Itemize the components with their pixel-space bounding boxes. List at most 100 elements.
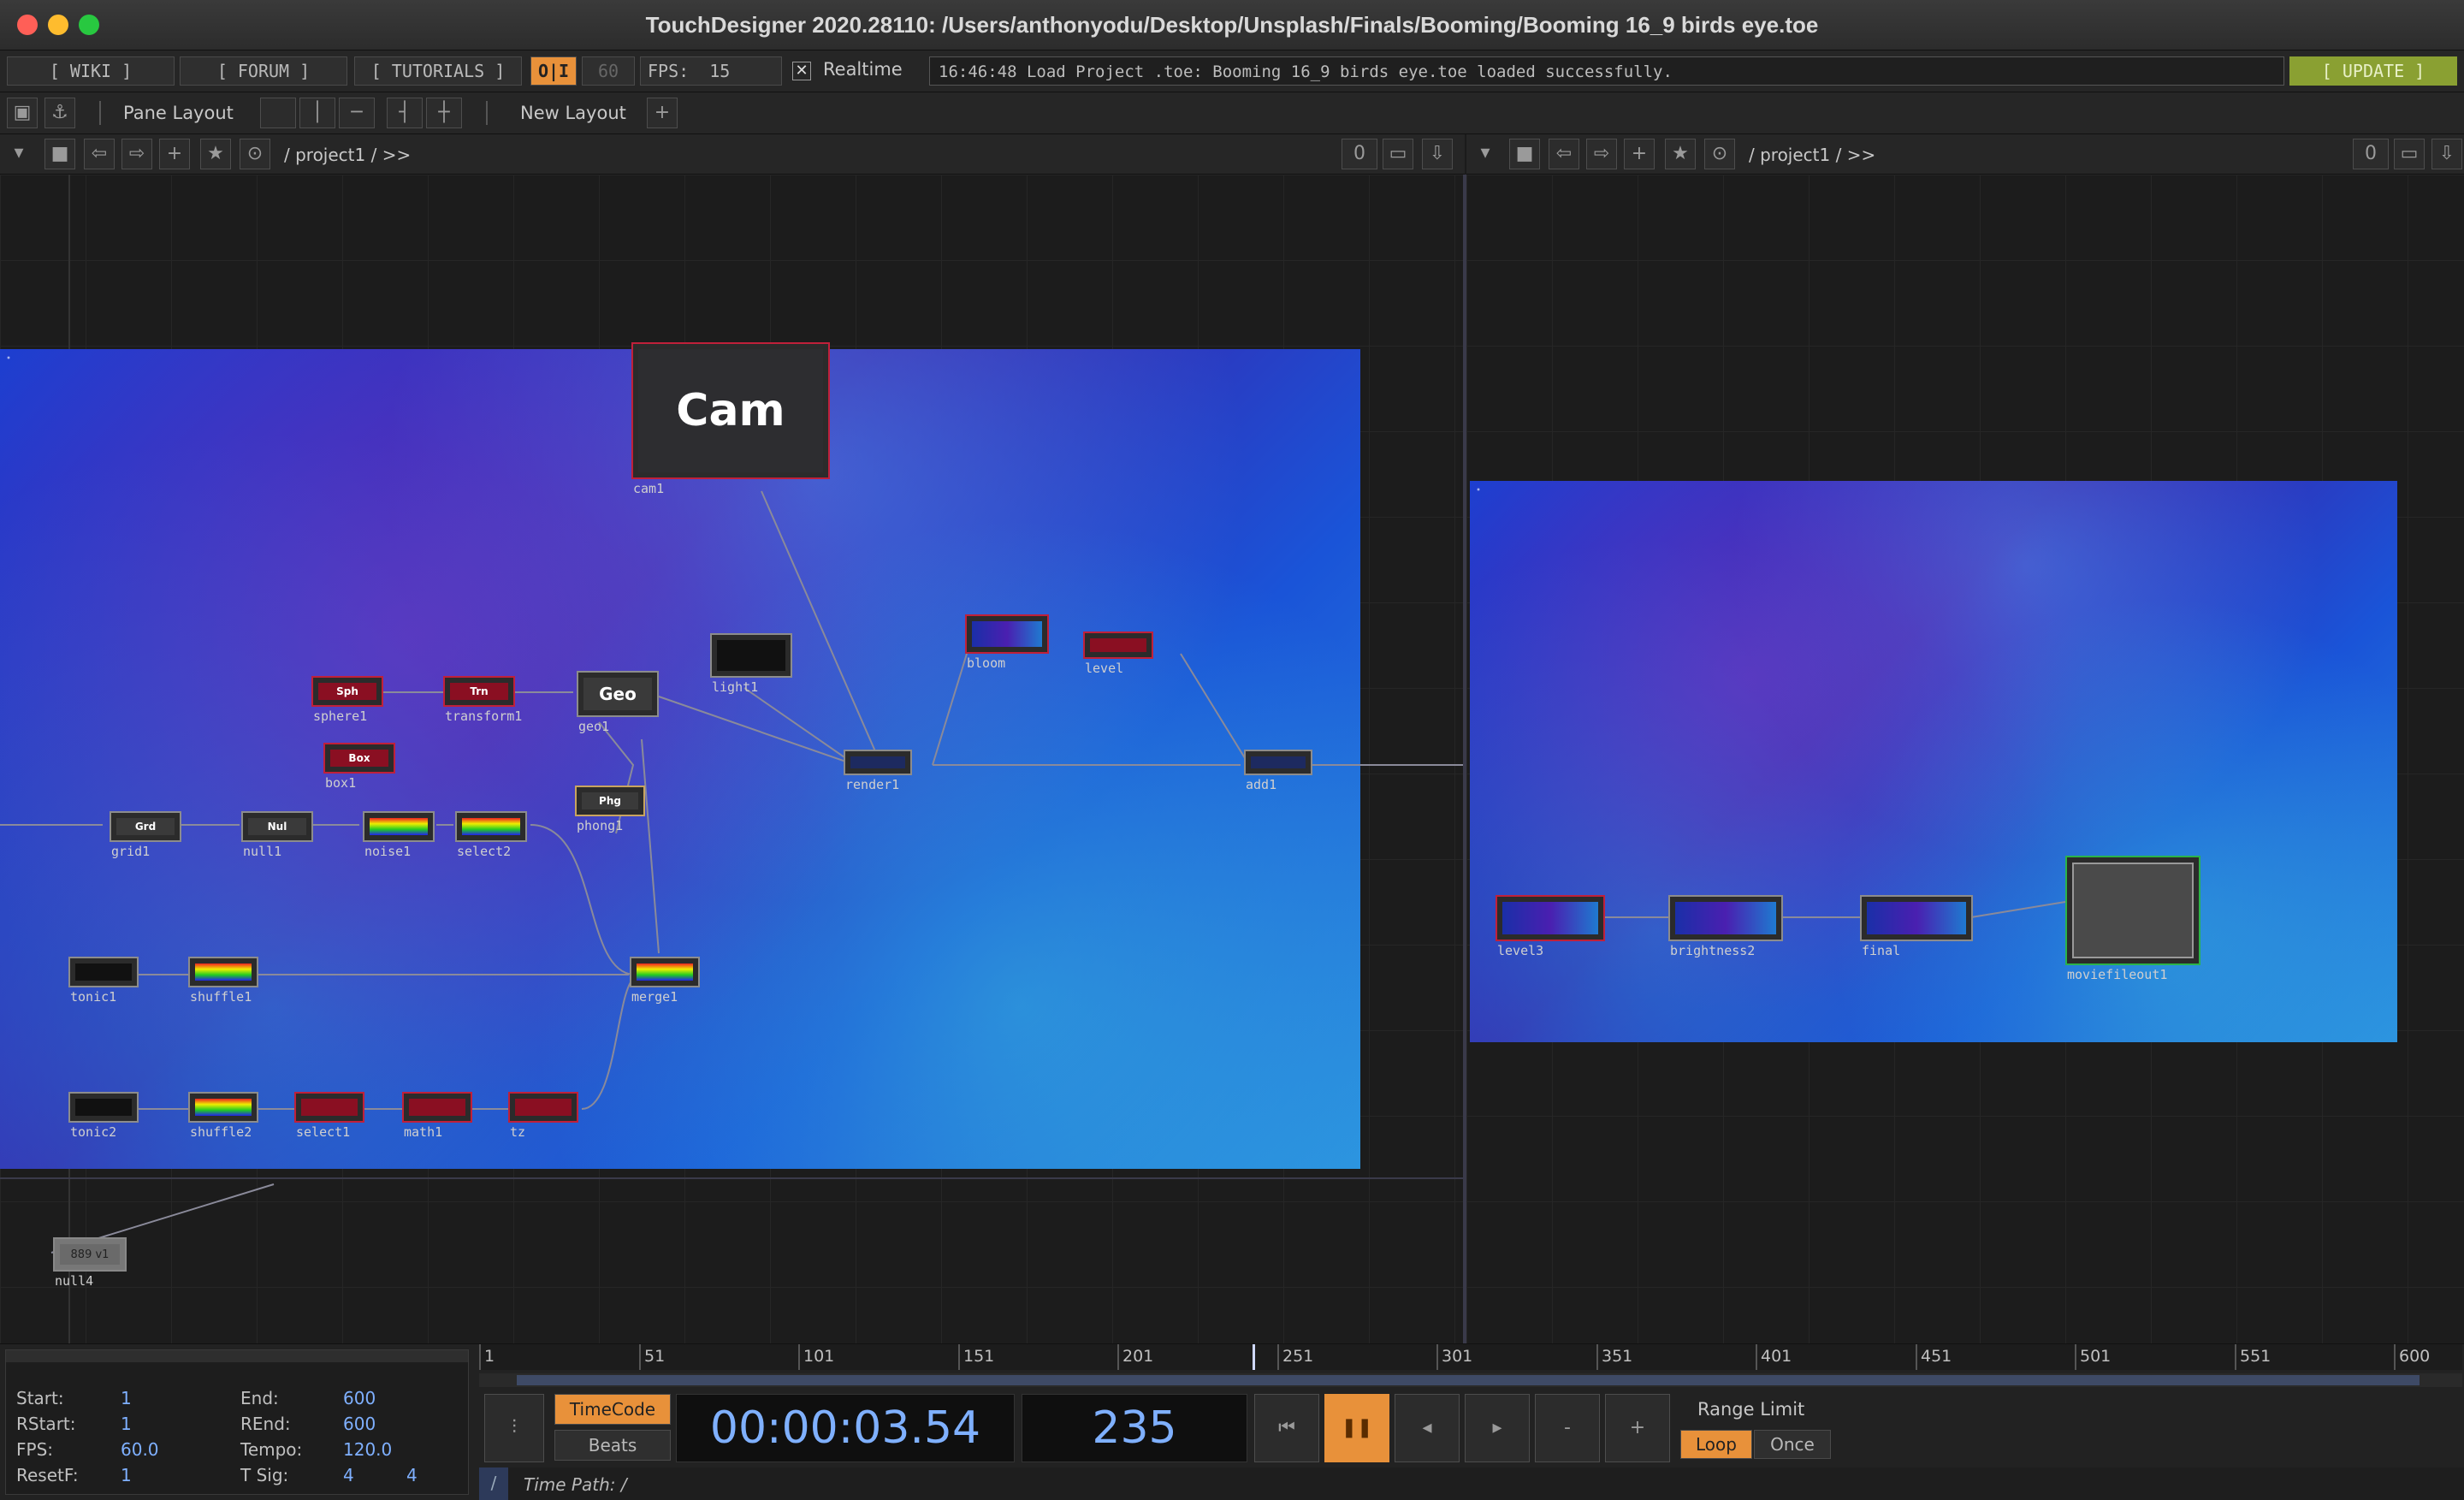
- increase-button[interactable]: +: [1605, 1394, 1670, 1462]
- fps-value[interactable]: 60.0: [121, 1439, 159, 1460]
- time-path-label: Time Path: /: [524, 1474, 627, 1495]
- perform-toggle-button[interactable]: O|I: [530, 56, 577, 86]
- beats-mode-button[interactable]: Beats: [554, 1430, 671, 1461]
- geo-node[interactable]: Geo geo1: [577, 671, 659, 734]
- pane-menu-icon[interactable]: ⇩: [1422, 139, 1453, 169]
- forward-icon[interactable]: ⇨: [121, 139, 152, 169]
- right-network-editor[interactable]: level3 brightness2 final moviefileout1: [1466, 175, 2464, 1343]
- select-node[interactable]: select2: [455, 811, 527, 859]
- back-icon[interactable]: ⇦: [84, 139, 115, 169]
- tonic-node[interactable]: tonic1: [68, 957, 139, 1005]
- layout-quad-icon[interactable]: ┼: [426, 98, 462, 128]
- shuffle-preview: [195, 1099, 252, 1116]
- select-node[interactable]: select1: [294, 1092, 364, 1140]
- level-preview: [1090, 638, 1146, 652]
- wiki-button[interactable]: [ WIKI ]: [7, 56, 175, 86]
- layout-three-icon[interactable]: ┤: [387, 98, 423, 128]
- add-node[interactable]: add1: [1244, 750, 1312, 792]
- stop-icon[interactable]: ■: [44, 139, 75, 169]
- end-value[interactable]: 600: [343, 1388, 376, 1408]
- star-icon[interactable]: ★: [200, 139, 231, 169]
- home-add-icon[interactable]: +: [159, 139, 190, 169]
- timeline-scroll-thumb[interactable]: [517, 1375, 2420, 1385]
- timeline-ruler[interactable]: 1 51 101 151 201 251 301 351 401 451 501 551 600: [479, 1344, 2462, 1370]
- box-node[interactable]: Box box1: [323, 743, 395, 791]
- noise-node[interactable]: noise1: [363, 811, 435, 859]
- moviefileout-node[interactable]: moviefileout1: [2065, 856, 2200, 982]
- star-icon[interactable]: ★: [1665, 139, 1696, 169]
- maximize-pane-icon[interactable]: ▭: [2394, 139, 2425, 169]
- node-label: bloom: [967, 655, 1006, 671]
- tempo-value[interactable]: 120.0: [343, 1439, 392, 1460]
- network-view-icon[interactable]: ⊙: [1704, 139, 1735, 169]
- rend-value[interactable]: 600: [343, 1414, 376, 1434]
- ruler-tick-label: 201: [1122, 1347, 1154, 1366]
- tutorials-button[interactable]: [ TUTORIALS ]: [354, 56, 522, 86]
- counter-field[interactable]: 0: [2353, 139, 2389, 169]
- null4-node[interactable]: 889 v1 null4: [53, 1237, 127, 1289]
- layout-split-horizontal-icon[interactable]: ─: [339, 98, 375, 128]
- frame-display[interactable]: 235: [1022, 1394, 1247, 1462]
- image-icon[interactable]: ▣: [7, 98, 38, 128]
- pane-menu-icon[interactable]: ⇩: [2431, 139, 2462, 169]
- fps-target-field[interactable]: 60: [582, 56, 635, 86]
- left-network-editor[interactable]: Cam cam1 light1 bloom level Geo geo1 Sph…: [0, 175, 1463, 1343]
- shuffle-node[interactable]: shuffle2: [188, 1092, 258, 1140]
- cam-node[interactable]: Cam cam1: [631, 342, 830, 496]
- shuffle-node[interactable]: shuffle1: [188, 957, 258, 1005]
- path-breadcrumb[interactable]: / project1 / >>: [1749, 145, 1875, 165]
- rstart-value[interactable]: 1: [121, 1414, 132, 1434]
- render-node[interactable]: render1: [844, 750, 912, 792]
- layout-single-icon[interactable]: [260, 98, 296, 128]
- back-icon[interactable]: ⇦: [1549, 139, 1579, 169]
- step-back-icon[interactable]: ◂: [1395, 1394, 1460, 1462]
- timeline-scrollbar[interactable]: [479, 1373, 2462, 1387]
- tonic-node[interactable]: tonic2: [68, 1092, 139, 1140]
- layout-split-vertical-icon[interactable]: │: [299, 98, 335, 128]
- merge-node[interactable]: merge1: [630, 957, 700, 1005]
- transform-node[interactable]: Trn transform1: [443, 676, 522, 724]
- skip-to-start-icon[interactable]: ⏮: [1254, 1394, 1319, 1462]
- path-breadcrumb[interactable]: / project1 / >>: [284, 145, 411, 165]
- tz-node[interactable]: tz: [508, 1092, 578, 1140]
- level3-node[interactable]: level3: [1496, 895, 1605, 958]
- level-node[interactable]: level: [1083, 631, 1153, 676]
- chevron-down-icon[interactable]: ▾: [3, 139, 34, 169]
- timecode-display[interactable]: 00:00:03.54: [676, 1394, 1015, 1462]
- playhead[interactable]: [1253, 1344, 1255, 1370]
- counter-field[interactable]: 0: [1342, 139, 1377, 169]
- final-node[interactable]: final: [1860, 895, 1973, 958]
- step-forward-icon[interactable]: ▸: [1465, 1394, 1530, 1462]
- brightness-node[interactable]: brightness2: [1668, 895, 1783, 958]
- light-node[interactable]: light1: [710, 633, 792, 695]
- stop-icon[interactable]: ■: [1509, 139, 1540, 169]
- decrease-button[interactable]: -: [1535, 1394, 1600, 1462]
- timecode-mode-button[interactable]: TimeCode: [554, 1394, 671, 1425]
- rend-label: REnd:: [240, 1414, 291, 1434]
- pause-icon[interactable]: ❚❚: [1324, 1394, 1389, 1462]
- math-node[interactable]: math1: [402, 1092, 472, 1140]
- bloom-node[interactable]: bloom: [965, 614, 1049, 671]
- time-path-slash[interactable]: /: [479, 1467, 508, 1500]
- home-add-icon[interactable]: +: [1624, 139, 1655, 169]
- sphere-node[interactable]: Sph sphere1: [311, 676, 383, 724]
- anchor-icon[interactable]: ⚓: [44, 98, 75, 128]
- resetf-value[interactable]: 1: [121, 1465, 132, 1485]
- forward-icon[interactable]: ⇨: [1586, 139, 1617, 169]
- phong-node[interactable]: Phg phong1: [575, 786, 645, 833]
- chevron-down-icon[interactable]: ▾: [1470, 139, 1501, 169]
- add-layout-icon[interactable]: +: [647, 98, 678, 128]
- start-value[interactable]: 1: [121, 1388, 132, 1408]
- realtime-checkbox[interactable]: ✕: [792, 62, 811, 80]
- forum-button[interactable]: [ FORUM ]: [180, 56, 347, 86]
- once-button[interactable]: Once: [1754, 1430, 1831, 1459]
- loop-button[interactable]: Loop: [1680, 1430, 1752, 1459]
- tsig-numerator[interactable]: 4: [343, 1465, 354, 1485]
- grid-node[interactable]: Grd grid1: [110, 811, 181, 859]
- maximize-pane-icon[interactable]: ▭: [1383, 139, 1413, 169]
- network-view-icon[interactable]: ⊙: [240, 139, 270, 169]
- null-node[interactable]: Nul null1: [241, 811, 313, 859]
- tsig-denominator[interactable]: 4: [406, 1465, 418, 1485]
- update-button[interactable]: [ UPDATE ]: [2289, 56, 2457, 86]
- timeline-toggle-icon[interactable]: ⫶: [484, 1394, 544, 1462]
